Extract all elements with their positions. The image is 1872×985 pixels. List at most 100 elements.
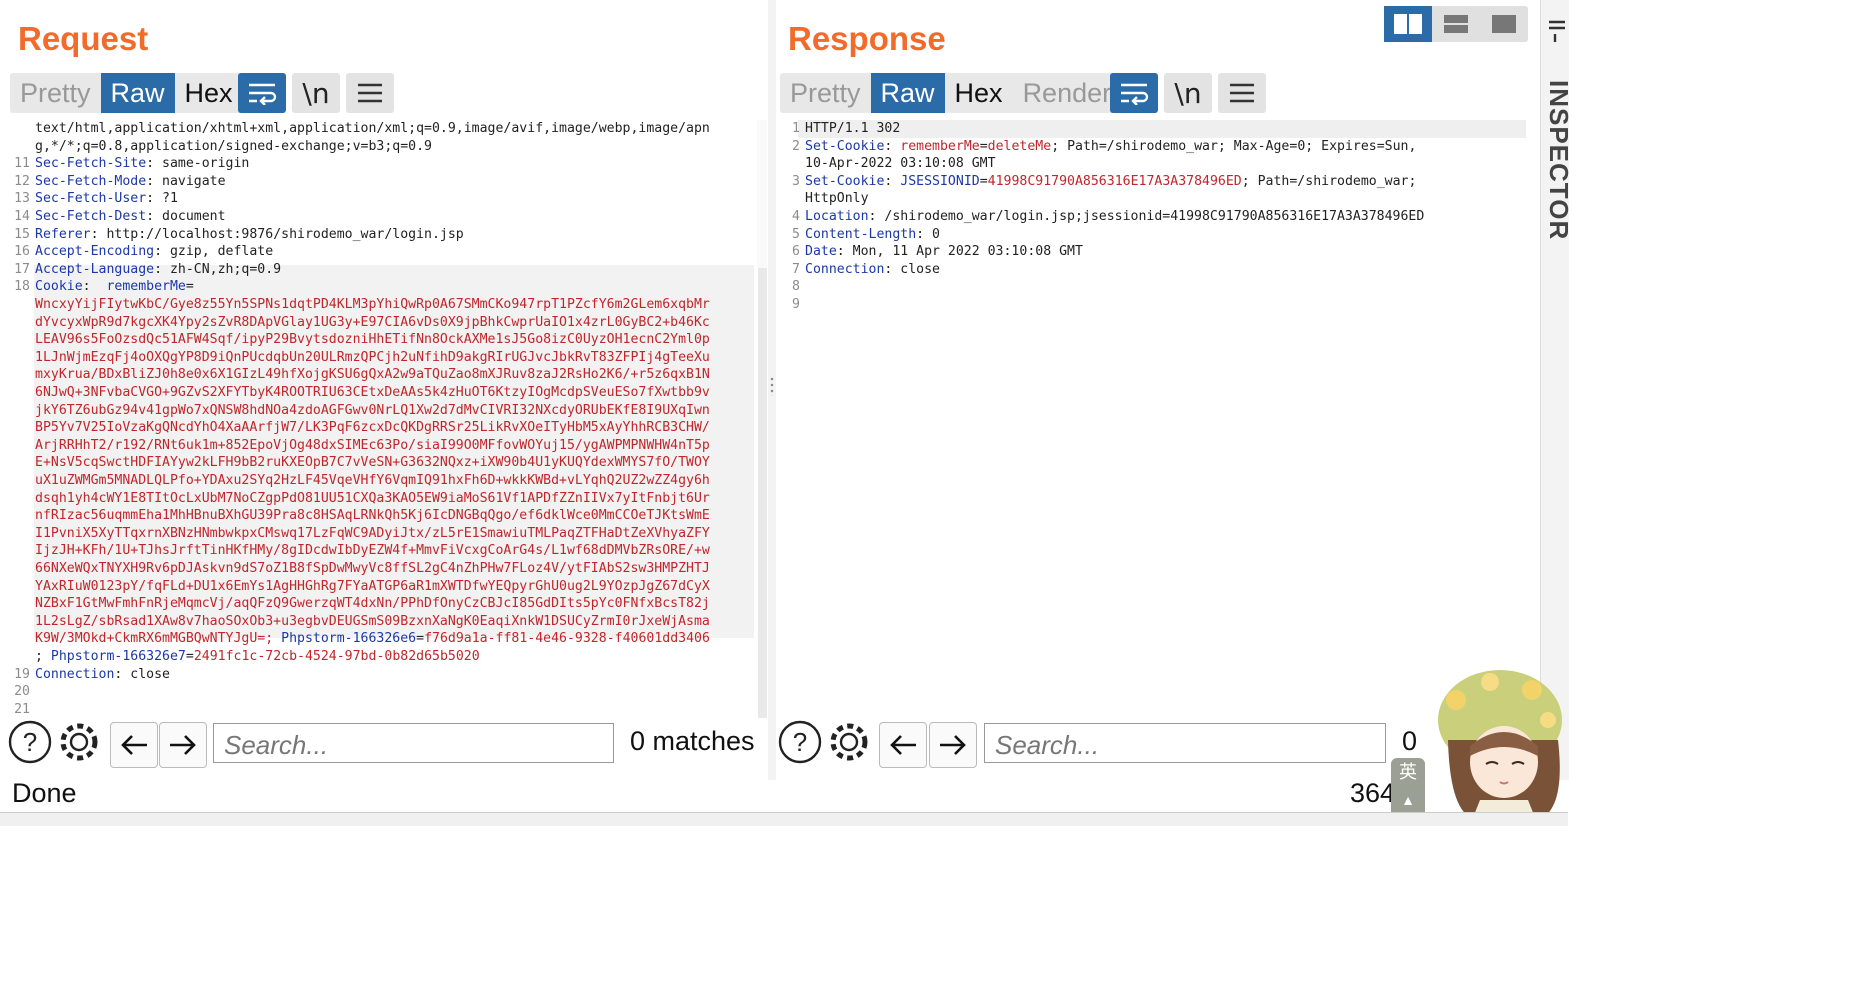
request-match-count: 0 matches: [630, 726, 755, 756]
header-name: Location: [805, 209, 869, 224]
code-line: WncxyYijFIytwKbC/Gye8z55Yn5SPNs1dqtPD4KL…: [35, 296, 710, 314]
line-number: 21: [14, 701, 30, 717]
code-line: Accept-Encoding: gzip, deflate: [35, 243, 273, 261]
code-line: LEAV96s5FoOzsdQc51AFW4Sqf/ipyP29Bvytsdoz…: [35, 331, 710, 349]
line-number: 15: [14, 226, 30, 242]
line-number: 8: [792, 279, 800, 295]
layout-tabbed-button[interactable]: [1480, 6, 1528, 42]
tab-hex[interactable]: Hex: [945, 73, 1013, 113]
code-line: HTTP/1.1 302: [805, 120, 900, 138]
code-line: 66NXeWQxTNYXH9Rv6pDJAskvn9dS7oZ1B8fSpDwM…: [35, 560, 710, 578]
text-segment: text/html,application/xhtml+xml,applicat…: [35, 121, 710, 136]
arrow-left-icon: [121, 735, 147, 755]
arrow-right-icon: [170, 735, 196, 755]
response-search-input[interactable]: Search...: [984, 723, 1386, 763]
request-scrollbar[interactable]: [758, 268, 767, 718]
code-line: Accept-Language: zh-CN,zh;q=0.9: [35, 261, 281, 279]
text-segment: g,*/*;q=0.8,application/signed-exchange;…: [35, 138, 432, 154]
highlighted-value: 41998C91790A856316E17A3A378496ED: [987, 173, 1242, 189]
line-number: 20: [14, 684, 30, 700]
highlighted-value: YAxRIuW0123pY/fqFLd+DU1x6EmYs1AgHHGhRg7F…: [35, 578, 710, 594]
highlighted-value: LEAV96s5FoOzsdQc51AFW4Sqf/ipyP29Bvytsdoz…: [35, 332, 710, 348]
show-newlines-button[interactable]: \n: [292, 73, 340, 113]
highlighted-value: 6NJwQ+3NFvbaCVGO+9GZvS2XFYTbyK4ROOTRIU63…: [35, 385, 710, 400]
tab-pretty[interactable]: Pretty: [10, 73, 101, 113]
header-name: Date: [805, 244, 837, 260]
header-name: Connection: [35, 666, 115, 682]
highlighted-value: mxyKrua/BDxBliZJ0h8e0x6X1GIzL49hfXojgKSU…: [35, 367, 710, 383]
code-line: Set-Cookie: JSESSIONID=41998C91790A85631…: [805, 173, 1416, 191]
layout-side-by-side-button[interactable]: [1384, 6, 1432, 42]
highlighted-value: f76d9a1a-ff81-4e46-9328-f40601dd3406: [424, 631, 710, 647]
wrap-lines-button[interactable]: [238, 73, 286, 113]
code-line: ArjRRHhT2/r192/RNt6uk1m+852EpoVjOg48dxSI…: [35, 437, 710, 455]
newline-icon: \n: [302, 76, 330, 110]
response-menu-button[interactable]: [1218, 73, 1266, 113]
show-newlines-button[interactable]: \n: [1164, 73, 1212, 113]
request-search-input[interactable]: Search...: [213, 723, 614, 763]
response-size: 364: [1350, 778, 1396, 808]
request-pane: Request Pretty Raw Hex \n text/html,applic…: [0, 0, 768, 780]
pane-divider[interactable]: [768, 0, 776, 780]
tab-raw[interactable]: Raw: [870, 73, 945, 113]
tab-raw[interactable]: Raw: [100, 73, 175, 113]
line-number: 1: [792, 121, 800, 136]
help-button[interactable]: ?: [8, 720, 52, 764]
text-segment: =: [185, 649, 194, 664]
code-line: g,*/*;q=0.8,application/signed-exchange;…: [35, 138, 432, 156]
code-line: I1PvniX5XyTTqxrnXBNzHNmbwkpxCMswq17LzFqW…: [35, 525, 710, 543]
next-match-button[interactable]: [929, 722, 977, 768]
code-line: Date: Mon, 11 Apr 2022 03:10:08 GMT: [805, 243, 1083, 261]
text-segment: : zh-CN,zh;q=0.9: [154, 261, 282, 277]
line-number: 9: [792, 297, 800, 312]
text-segment: =: [979, 173, 988, 189]
current-line-highlight: [798, 120, 1526, 138]
text-segment: ;: [35, 649, 51, 664]
text-segment: : 0: [916, 226, 940, 242]
code-line: dYvcyxWpR9d7kgcXK4Ypy2sZvR8DApVGlay1UG3y…: [35, 314, 710, 332]
highlighted-value: ArjRRHhT2/r192/RNt6uk1m+852EpoVjOg48dxSI…: [35, 437, 710, 453]
line-number: 3: [792, 173, 800, 189]
header-name: Phpstorm-166326e6: [281, 631, 417, 647]
line-number: 18: [14, 279, 30, 295]
wrap-icon: [1121, 83, 1149, 105]
header-name: Sec-Fetch-User: [35, 191, 147, 207]
columns-icon: [1394, 14, 1422, 34]
text-segment: =: [416, 631, 425, 647]
request-scroll-track: [757, 120, 767, 268]
settings-button[interactable]: [57, 720, 101, 764]
request-editor[interactable]: text/html,application/xhtml+xml,applicat…: [6, 120, 758, 718]
response-editor[interactable]: 1 HTTP/1.1 302 2 Set-Cookie: rememberMe=del…: [776, 120, 1538, 320]
next-match-button[interactable]: [159, 722, 207, 768]
wrap-lines-button[interactable]: [1110, 73, 1158, 113]
code-line: IjzJH+KFh/1U+TJhsJrftTinHKfHMy/8gIDcdwIb…: [35, 542, 710, 560]
request-menu-button[interactable]: [346, 73, 394, 113]
previous-match-button[interactable]: [879, 722, 927, 768]
highlighted-value: IjzJH+KFh/1U+TJhsJrftTinHKfHMy/8gIDcdwIb…: [35, 543, 710, 559]
line-number: 19: [14, 666, 30, 682]
help-button[interactable]: ?: [778, 720, 822, 764]
code-line: Cookie: rememberMe=: [35, 278, 194, 296]
code-line: Referer: http://localhost:9876/shirodemo…: [35, 226, 464, 244]
line-number: 6: [792, 244, 800, 260]
code-line: Sec-Fetch-Site: same-origin: [35, 155, 249, 173]
line-number: 13: [14, 191, 30, 207]
tab-pretty[interactable]: Pretty: [780, 73, 871, 113]
gear-icon: [830, 723, 868, 761]
code-line: 1L2sLgZ/sbRsad1XAw8v7haoSOxOb3+u3egbvDEU…: [35, 613, 710, 631]
ime-indicator[interactable]: 英 ▲: [1391, 758, 1425, 818]
single-pane-icon: [1492, 15, 1516, 33]
text-segment: : close: [884, 261, 940, 277]
highlighted-value: 66NXeWQxTNYXH9Rv6pDJAskvn9dS7oZ1B8fSpDwM…: [35, 561, 710, 576]
svg-text:?: ?: [793, 727, 807, 757]
line-number: 12: [14, 173, 30, 189]
code-line: HttpOnly: [805, 190, 869, 208]
code-line: Sec-Fetch-User: ?1: [35, 190, 178, 208]
text-segment: : /shirodemo_war/login.jsp;jsessionid=41…: [868, 209, 1425, 224]
layout-stacked-button[interactable]: [1432, 6, 1480, 42]
line-number: 17: [14, 261, 30, 277]
tab-hex[interactable]: Hex: [175, 73, 243, 113]
previous-match-button[interactable]: [110, 722, 158, 768]
settings-button[interactable]: [827, 720, 871, 764]
tab-render[interactable]: Render: [1013, 73, 1122, 113]
